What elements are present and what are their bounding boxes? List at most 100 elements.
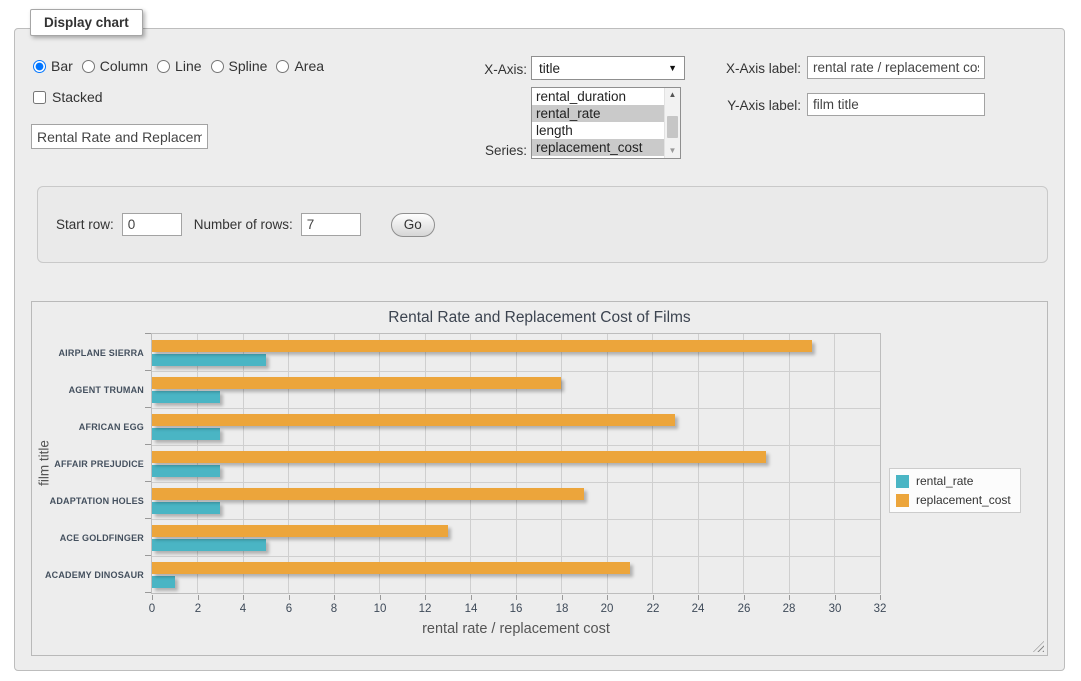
x-axis-tick — [789, 595, 790, 600]
bar-rental_rate[interactable] — [152, 502, 220, 514]
chart-type-radio-label: Bar — [51, 58, 73, 74]
x-tick-label: 18 — [544, 603, 580, 615]
x-tick-label: 24 — [680, 603, 716, 615]
x-axis-tick — [289, 595, 290, 600]
y-category-label: AFRICAN EGG — [34, 422, 144, 432]
chart-type-radio-label: Column — [100, 58, 148, 74]
y-category-label: ADAPTATION HOLES — [34, 496, 144, 506]
bar-replacement_cost[interactable] — [152, 340, 812, 352]
gridline-vertical — [652, 334, 653, 593]
gridline-vertical — [789, 334, 790, 593]
x-tick-label: 2 — [180, 603, 216, 615]
y-axis-label-input[interactable] — [807, 93, 985, 116]
start-row-input[interactable] — [122, 213, 182, 236]
scrollbar-thumb[interactable] — [667, 116, 678, 138]
y-axis-tick — [145, 592, 151, 593]
gridline-vertical — [425, 334, 426, 593]
gridline-horizontal — [152, 556, 880, 557]
bar-replacement_cost[interactable] — [152, 488, 584, 500]
bar-replacement_cost[interactable] — [152, 451, 766, 463]
x-tick-label: 22 — [635, 603, 671, 615]
bar-replacement_cost[interactable] — [152, 525, 448, 537]
x-axis-tick — [334, 595, 335, 600]
bar-rental_rate[interactable] — [152, 428, 220, 440]
x-axis-tick — [880, 595, 881, 600]
gridline-vertical — [379, 334, 380, 593]
series-listbox[interactable]: rental_durationrental_ratelengthreplacem… — [531, 87, 681, 159]
bar-rental_rate[interactable] — [152, 576, 175, 588]
bar-rental_rate[interactable] — [152, 465, 220, 477]
chart-type-radio-spline[interactable] — [211, 60, 224, 73]
chart-type-radio-line[interactable] — [157, 60, 170, 73]
display-chart-fieldset: Display chart BarColumnLineSplineArea St… — [14, 28, 1065, 671]
bar-rental_rate[interactable] — [152, 354, 266, 366]
x-axis-tick — [744, 595, 745, 600]
chart-type-radio-label: Line — [175, 58, 201, 74]
series-option-rental_duration[interactable]: rental_duration — [532, 88, 664, 105]
x-tick-label: 20 — [589, 603, 625, 615]
gridline-vertical — [698, 334, 699, 593]
y-category-label: ACADEMY DINOSAUR — [34, 570, 144, 580]
chart-title: Rental Rate and Replacement Cost of Film… — [32, 309, 1047, 327]
series-option-length[interactable]: length — [532, 122, 664, 139]
y-category-label: AGENT TRUMAN — [34, 385, 144, 395]
legend-swatch-replacement_cost — [896, 494, 909, 507]
x-axis-tick — [425, 595, 426, 600]
num-rows-input[interactable] — [301, 213, 361, 236]
stacked-row: Stacked — [33, 89, 103, 105]
chart-type-radio-bar[interactable] — [33, 60, 46, 73]
chart-legend: rental_rate replacement_cost — [889, 468, 1021, 513]
chart-type-radio-area[interactable] — [276, 60, 289, 73]
series-option-rental_rate[interactable]: rental_rate — [532, 105, 664, 122]
x-tick-label: 10 — [362, 603, 398, 615]
gridline-horizontal — [152, 371, 880, 372]
x-axis-tick — [198, 595, 199, 600]
go-button[interactable]: Go — [391, 213, 435, 237]
y-axis-tick — [145, 481, 151, 482]
chart-type-option-spline[interactable]: Spline — [211, 58, 268, 74]
chart-title-input[interactable] — [31, 124, 208, 149]
bar-replacement_cost[interactable] — [152, 414, 675, 426]
chart-type-radio-label: Area — [294, 58, 324, 74]
scroll-down-icon[interactable]: ▼ — [665, 144, 680, 158]
gridline-vertical — [516, 334, 517, 593]
x-axis-tick — [471, 595, 472, 600]
gridline-vertical — [334, 334, 335, 593]
chart-type-radio-column[interactable] — [82, 60, 95, 73]
gridline-horizontal — [152, 482, 880, 483]
y-category-label: AFFAIR PREJUDICE — [34, 459, 144, 469]
series-option-replacement_cost[interactable]: replacement_cost — [532, 139, 664, 156]
chart-type-option-column[interactable]: Column — [82, 58, 148, 74]
plot-area — [151, 333, 881, 594]
x-tick-label: 32 — [862, 603, 898, 615]
y-category-label: AIRPLANE SIERRA — [34, 348, 144, 358]
gridline-vertical — [607, 334, 608, 593]
chart-type-option-bar[interactable]: Bar — [33, 58, 73, 74]
legend-item-replacement_cost[interactable]: replacement_cost — [896, 493, 1011, 507]
bar-replacement_cost[interactable] — [152, 377, 561, 389]
series-listbox-options: rental_durationrental_ratelengthreplacem… — [532, 88, 680, 156]
legend-label: replacement_cost — [916, 493, 1011, 507]
x-tick-label: 28 — [771, 603, 807, 615]
x-axis-label-label: X-Axis label: — [675, 61, 801, 76]
bar-rental_rate[interactable] — [152, 391, 220, 403]
x-tick-label: 26 — [726, 603, 762, 615]
num-rows-label: Number of rows: — [194, 217, 293, 232]
y-axis-tick — [145, 407, 151, 408]
x-tick-label: 0 — [134, 603, 170, 615]
chart-type-option-line[interactable]: Line — [157, 58, 201, 74]
stacked-checkbox[interactable] — [33, 91, 46, 104]
start-row-label: Start row: — [56, 217, 114, 232]
legend-item-rental_rate[interactable]: rental_rate — [896, 474, 1011, 488]
chart-resize-handle[interactable] — [1033, 641, 1044, 652]
x-axis-label-input[interactable] — [807, 56, 985, 79]
legend-label: rental_rate — [916, 474, 973, 488]
bar-replacement_cost[interactable] — [152, 562, 630, 574]
bar-rental_rate[interactable] — [152, 539, 266, 551]
x-axis-select[interactable]: title ▼ — [531, 56, 685, 80]
y-axis-tick — [145, 444, 151, 445]
chart-type-option-area[interactable]: Area — [276, 58, 324, 74]
x-tick-label: 8 — [316, 603, 352, 615]
stacked-label: Stacked — [52, 89, 103, 105]
chart-type-options: Bar Column Line Spline Area — [33, 58, 333, 74]
